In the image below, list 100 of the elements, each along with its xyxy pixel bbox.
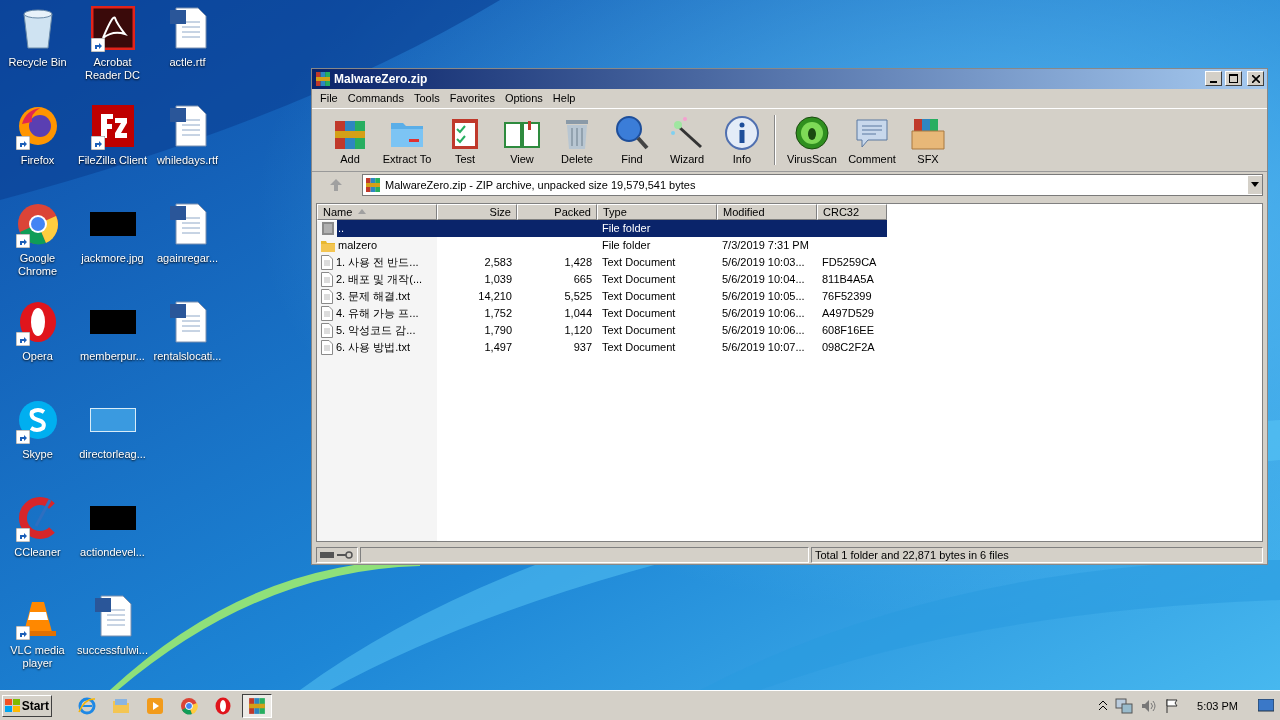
text-file-icon	[321, 288, 333, 304]
toolbar-button[interactable]: Wizard	[660, 114, 714, 165]
toolbar-button[interactable]: Extract To	[378, 114, 436, 165]
desktop-icon-label[interactable]: FileZilla Client	[74, 154, 151, 167]
drive-icon	[320, 552, 334, 558]
maximize-button[interactable]	[1225, 71, 1242, 87]
table-cell-text: 608F16EE	[821, 324, 875, 337]
table-cell-text: 5/6/2019 10:05...	[721, 290, 806, 303]
table-cell-text: File folder	[601, 222, 652, 235]
info-icon	[724, 114, 760, 151]
table-cell-text: A497D529	[821, 307, 875, 320]
file-name[interactable]: 6. 사용 방법.txt	[336, 339, 410, 355]
close-button[interactable]	[1247, 71, 1264, 87]
desktop-icon-label[interactable]: Google Chrome	[0, 252, 76, 278]
menu-item[interactable]: File	[315, 92, 343, 105]
image-thumbnail	[89, 506, 136, 530]
archive-icon	[248, 696, 266, 715]
table-cell-text: 937	[572, 341, 593, 354]
desktop-icon-label[interactable]: Firefox	[0, 154, 76, 167]
desktop-icon-label[interactable]: Opera	[0, 350, 76, 363]
address-field[interactable]: MalwareZero.zip - ZIP archive, unpacked size 19,579,541 bytes	[362, 173, 1263, 196]
desktop-icon-label[interactable]: CCleaner	[0, 546, 76, 559]
desktop-icon-label[interactable]: Acrobat Reader DC	[74, 56, 151, 82]
flag-icon[interactable]	[1165, 698, 1180, 713]
column-header[interactable]: Name	[317, 203, 437, 220]
column-header[interactable]: Size	[437, 203, 517, 220]
folder-icon	[321, 238, 335, 252]
column-header[interactable]: Packed	[517, 203, 597, 220]
speaker-icon[interactable]	[1141, 698, 1158, 713]
table-cell-text: 5/6/2019 10:04...	[721, 273, 806, 286]
key-icon	[337, 551, 353, 559]
file-name[interactable]: malzero	[338, 239, 378, 252]
desktop-icon-label[interactable]: actiondevel...	[74, 546, 151, 559]
menu-item[interactable]: Options	[499, 92, 548, 105]
toolbar-button[interactable]: Test	[436, 114, 494, 165]
toolbar-button[interactable]: Find	[604, 114, 660, 165]
column-header[interactable]: CRC32	[817, 203, 887, 220]
file-name[interactable]: ..	[338, 222, 345, 235]
clock[interactable]: 5:03 PM	[1197, 699, 1238, 712]
file-name[interactable]: 3. 문제 해결.txt	[336, 288, 410, 304]
menu-item[interactable]: Commands	[342, 92, 409, 105]
toolbar-button[interactable]: Info	[714, 114, 770, 165]
image-thumbnail	[89, 212, 136, 236]
acrobat-icon	[90, 6, 135, 50]
file-name[interactable]: 2. 배포 및 개작(...	[336, 271, 423, 287]
table-cell-text: 7/3/2019 7:31 PM	[721, 239, 810, 252]
file-name[interactable]: 4. 유해 가능 프...	[336, 305, 419, 321]
file-name[interactable]: 1. 사용 전 반드...	[336, 254, 419, 270]
menu-item[interactable]: Favorites	[444, 92, 500, 105]
table-cell-text: 811B4A5A	[821, 273, 875, 286]
toolbar-button[interactable]: View	[494, 114, 550, 165]
desktop-icon-label[interactable]: memberpur...	[74, 350, 151, 363]
toolbar-button[interactable]: Comment	[844, 114, 900, 165]
menu-item[interactable]: Tools	[409, 92, 445, 105]
start-button[interactable]: Start	[2, 694, 52, 717]
maximize-icon	[1229, 74, 1238, 84]
desktop-icon-label[interactable]: directorleag...	[74, 448, 151, 461]
desktop-icon-label[interactable]: Skype	[0, 448, 76, 461]
column-header[interactable]: Modified	[717, 203, 817, 220]
table-cell-text: 5/6/2019 10:07...	[721, 341, 806, 354]
media-player-icon	[145, 695, 165, 716]
table-cell-text: 1,039	[483, 273, 513, 286]
minimize-icon	[1210, 80, 1217, 83]
table-cell-text: 1,120	[563, 324, 593, 337]
image-thumbnail	[89, 310, 136, 334]
table-cell-text: 1,428	[563, 256, 593, 269]
taskbar-app-button[interactable]	[242, 693, 272, 718]
table-cell-text: Text Document	[601, 324, 677, 337]
table-cell-text: 14,210	[477, 290, 513, 303]
table-cell-text: 5,525	[563, 290, 593, 303]
table-cell-text: 665	[572, 273, 593, 286]
internet-explorer-icon	[77, 695, 97, 716]
toolbar-button[interactable]: Add	[322, 114, 378, 165]
desktop-icon-label[interactable]: successfulwi...	[74, 644, 151, 657]
desktop-icon-label[interactable]: actle.rtf	[149, 56, 226, 69]
desktop-icon-label[interactable]: rentalslocati...	[149, 350, 226, 363]
desktop-icon-label[interactable]: jackmore.jpg	[74, 252, 151, 265]
table-cell-text: File folder	[601, 239, 652, 252]
show-desktop-icon[interactable]	[1258, 698, 1274, 713]
desktop-icon-label[interactable]: againregar...	[149, 252, 226, 265]
network-icon[interactable]	[1115, 697, 1134, 714]
toolbar-button[interactable]: Delete	[550, 114, 604, 165]
opera-icon	[213, 695, 233, 716]
sort-arrow-icon	[358, 209, 367, 215]
text-file-icon	[321, 305, 333, 321]
desktop-icon-label[interactable]: VLC media player	[0, 644, 76, 670]
minimize-button[interactable]	[1205, 71, 1222, 87]
desktop-icon-label[interactable]: whiledays.rtf	[149, 154, 226, 167]
column-header[interactable]: Type	[597, 203, 717, 220]
text-file-icon	[321, 339, 333, 355]
menu-item[interactable]: Help	[547, 92, 581, 105]
text-file-icon	[321, 271, 333, 287]
toolbar-button[interactable]: VirusScan	[780, 114, 844, 165]
archive-icon	[315, 70, 331, 87]
desktop-icon-label[interactable]: Recycle Bin	[0, 56, 76, 69]
table-cell-text: Text Document	[601, 307, 677, 320]
archive-icon	[365, 176, 381, 193]
toolbar-button[interactable]: SFX	[900, 114, 956, 165]
file-name[interactable]: 5. 악성코드 감...	[336, 322, 416, 338]
chevron-up-icon[interactable]	[1099, 700, 1108, 711]
